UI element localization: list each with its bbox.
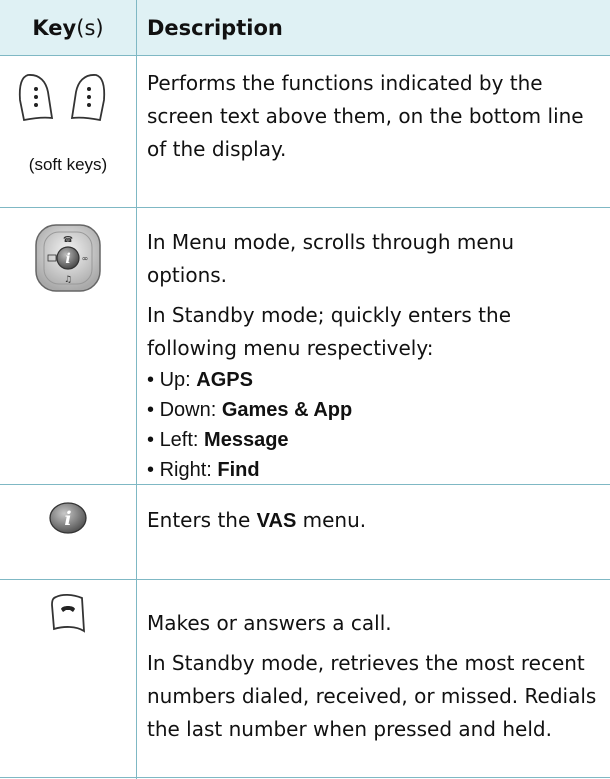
description-text: Performs the functions indicated by the … (147, 71, 584, 161)
send-key-cell (0, 591, 136, 636)
navigation-key-cell: i ☎ ♫ ∞ (0, 222, 136, 292)
description-text: Enters the VAS menu. (147, 508, 367, 532)
svg-text:∞: ∞ (82, 254, 89, 263)
list-item: • Up: AGPS (147, 369, 253, 391)
row-divider (0, 579, 610, 580)
navigation-key-icon: i ☎ ♫ ∞ (35, 224, 101, 292)
key-header-bold: Key (32, 15, 77, 40)
svg-text:☎: ☎ (63, 235, 73, 244)
description-text: In Standby mode, retrieves the most rece… (147, 651, 597, 741)
key-column-header: Key (s) (0, 0, 136, 55)
shortcut-list: • Up: AGPS • Down: Games & App • Left: M… (147, 365, 597, 485)
description-text: Makes or answers a call. (147, 611, 392, 635)
navigation-key-description: In Menu mode, scrolls through menu optio… (147, 226, 597, 485)
soft-keys-icon (18, 74, 106, 122)
send-key-description: Makes or answers a call. In Standby mode… (147, 607, 597, 753)
info-key-icon: i (49, 502, 87, 534)
svg-text:♫: ♫ (64, 275, 72, 285)
description-text: In Standby mode; quickly enters the foll… (147, 303, 512, 360)
row-divider (0, 484, 610, 485)
description-text: In Menu mode, scrolls through menu optio… (147, 230, 515, 287)
key-header-suffix: (s) (76, 15, 104, 40)
row-divider (0, 207, 610, 208)
list-item: • Left: Message (147, 429, 289, 451)
description-column-header: Description (147, 15, 283, 40)
svg-text:i: i (64, 508, 71, 530)
row-divider (0, 777, 610, 778)
list-item: • Right: Find (147, 459, 260, 481)
column-divider (136, 0, 137, 779)
send-key-icon (51, 593, 86, 633)
svg-text:i: i (65, 251, 70, 267)
info-key-description: Enters the VAS menu. (147, 504, 597, 545)
soft-keys-description: Performs the functions indicated by the … (147, 67, 597, 173)
soft-keys-caption: (soft keys) (28, 155, 108, 174)
info-key-cell: i (0, 498, 136, 538)
table-header: Key (s) Description (0, 0, 610, 56)
list-item: • Down: Games & App (147, 399, 353, 421)
